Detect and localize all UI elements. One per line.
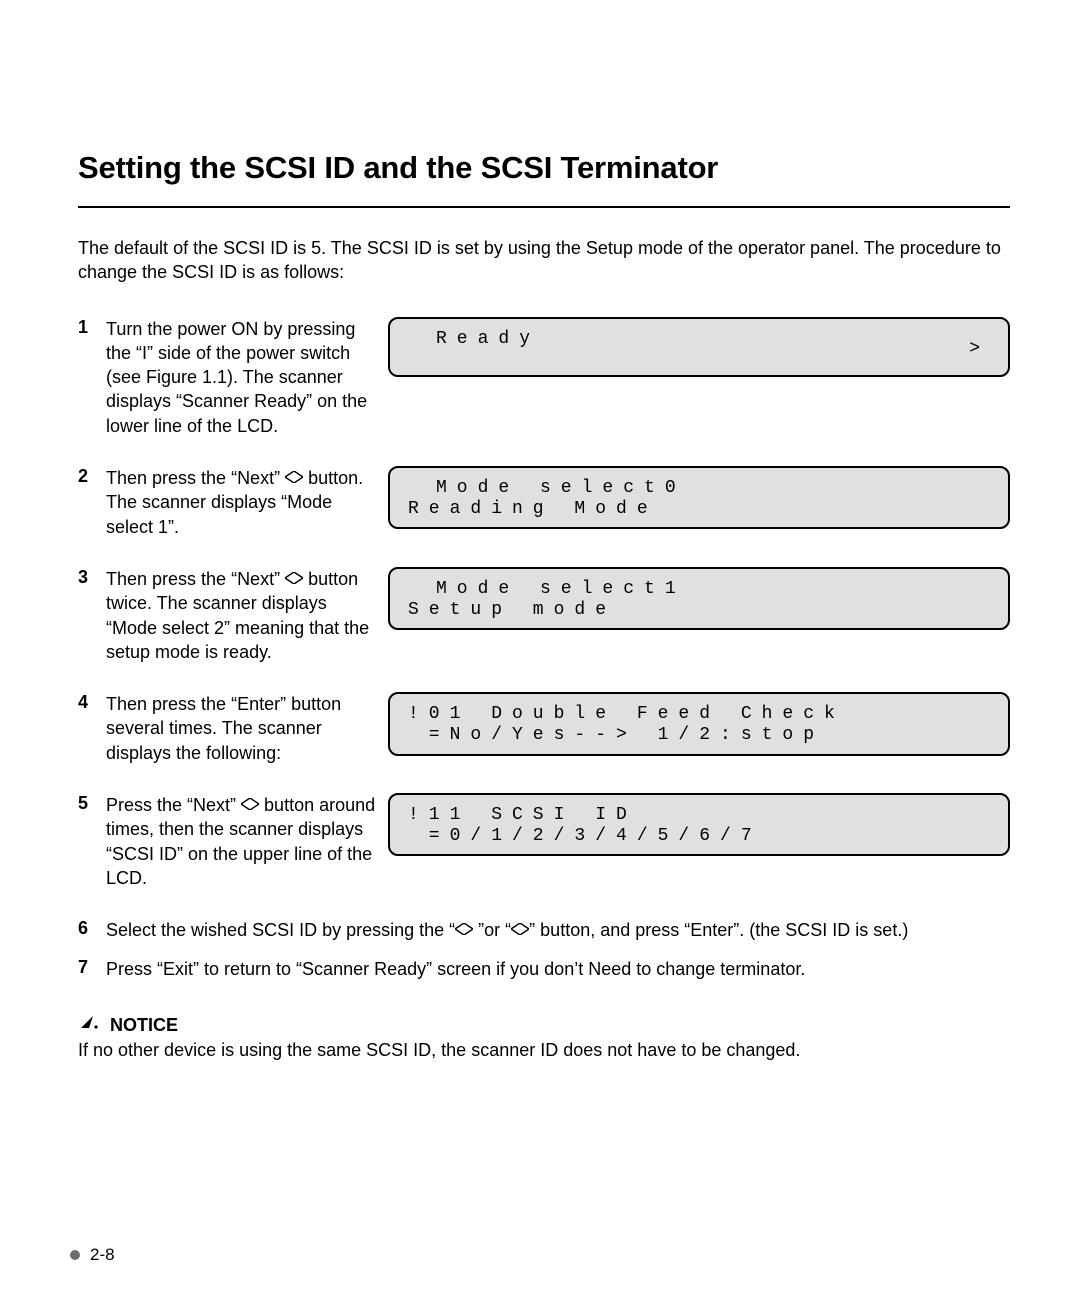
step-row: 1Turn the power ON by pressing the “I” s…	[78, 317, 1010, 438]
notice-text: If no other device is using the same SCS…	[78, 1038, 1010, 1062]
step-row: 4Then press the “Enter” button several t…	[78, 692, 1010, 765]
heading-rule	[78, 206, 1010, 208]
step-number: 3	[78, 567, 102, 664]
lcd-line: =0/1/2/3/4/5/6/7	[408, 826, 990, 847]
step-text: Turn the power ON by pressing the “I” si…	[106, 317, 378, 438]
step-text: Then press the “Next” button. The scanne…	[106, 466, 378, 539]
lcd-display: !11 SCSI ID =0/1/2/3/4/5/6/7	[388, 793, 1010, 856]
step-number: 5	[78, 793, 102, 890]
lcd-display: Mode select1Setup mode	[388, 567, 1010, 630]
lcd-line: Setup mode	[408, 600, 990, 621]
lcd-line: !11 SCSI ID	[408, 805, 990, 826]
step-row: 5Press the “Next” button around times, t…	[78, 793, 1010, 890]
intro-paragraph: The default of the SCSI ID is 5. The SCS…	[78, 236, 1010, 285]
page-footer: 2-8	[70, 1245, 115, 1265]
diamond-icon	[511, 917, 529, 941]
step-row: 2Then press the “Next” button. The scann…	[78, 466, 1010, 539]
step-number: 1	[78, 317, 102, 438]
diamond-icon	[455, 917, 473, 941]
step-number: 6	[78, 918, 102, 942]
notice-icon	[78, 1013, 104, 1036]
step-number: 7	[78, 957, 102, 981]
step-number: 4	[78, 692, 102, 765]
page-title: Setting the SCSI ID and the SCSI Termina…	[78, 150, 1010, 186]
step-row: 7Press “Exit” to return to “Scanner Read…	[78, 957, 1010, 981]
lcd-display: !01 Double Feed Check =No/Yes--> 1/2:sto…	[388, 692, 1010, 755]
step-row: 3Then press the “Next” button twice. The…	[78, 567, 1010, 664]
step-text: Press the “Next” button around times, th…	[106, 793, 378, 890]
step-text: Then press the “Enter” button several ti…	[106, 692, 378, 765]
chevron-icon: >	[969, 339, 980, 360]
lcd-line: Mode select0	[408, 478, 990, 499]
step-row: 6Select the wished SCSI ID by pressing t…	[78, 918, 1010, 942]
step-text: Select the wished SCSI ID by pressing th…	[106, 918, 1010, 942]
page-number: 2-8	[90, 1245, 115, 1265]
lcd-line: =No/Yes--> 1/2:stop	[408, 725, 990, 746]
step-number: 2	[78, 466, 102, 539]
notice-label: NOTICE	[110, 1015, 178, 1036]
lcd-line: Mode select1	[408, 579, 990, 600]
lcd-display: Mode select0Reading Mode	[388, 466, 1010, 529]
lcd-line: !01 Double Feed Check	[408, 704, 990, 725]
bullet-icon	[70, 1250, 80, 1260]
lcd-line: Reading Mode	[408, 499, 990, 520]
diamond-icon	[241, 792, 259, 816]
step-text: Press “Exit” to return to “Scanner Ready…	[106, 957, 1010, 981]
lcd-display: Ready>	[388, 317, 1010, 377]
diamond-icon	[285, 566, 303, 590]
step-text: Then press the “Next” button twice. The …	[106, 567, 378, 664]
lcd-line: Ready	[408, 329, 990, 350]
diamond-icon	[285, 465, 303, 489]
